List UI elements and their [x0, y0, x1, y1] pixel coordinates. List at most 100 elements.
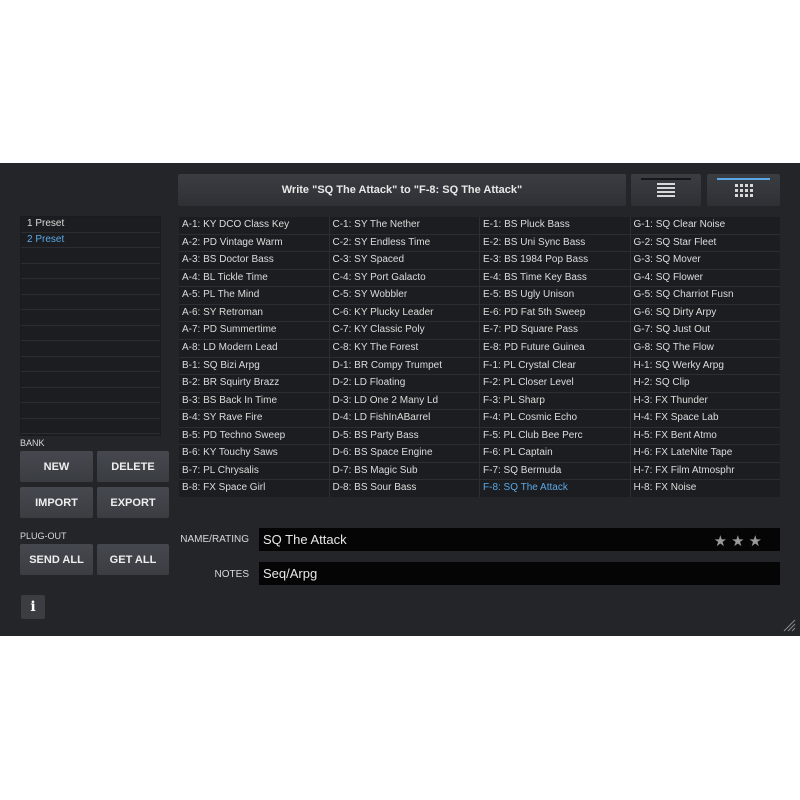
- preset-cell[interactable]: E-1: BS Pluck Bass: [480, 217, 630, 234]
- preset-cell[interactable]: A-8: LD Modern Lead: [179, 339, 329, 357]
- bank-list-item[interactable]: [21, 388, 160, 403]
- bank-list-item[interactable]: [21, 357, 160, 372]
- preset-cell[interactable]: C-2: SY Endless Time: [329, 234, 479, 252]
- bank-list-item[interactable]: [21, 264, 160, 279]
- bank-section-label: BANK: [20, 438, 45, 448]
- preset-cell[interactable]: C-3: SY Spaced: [329, 252, 479, 269]
- bank-list-item[interactable]: [21, 248, 160, 264]
- preset-cell[interactable]: D-2: LD Floating: [329, 375, 479, 392]
- bank-list-item[interactable]: [21, 310, 160, 326]
- preset-cell[interactable]: F-2: PL Closer Level: [480, 375, 630, 392]
- preset-cell[interactable]: H-6: FX LateNite Tape: [630, 445, 780, 462]
- preset-cell[interactable]: E-5: BS Ugly Unison: [480, 287, 630, 304]
- write-preset-label: Write "SQ The Attack" to "F-8: SQ The At…: [281, 184, 523, 196]
- preset-cell[interactable]: B-2: BR Squirty Brazz: [179, 375, 329, 392]
- preset-cell[interactable]: B-8: FX Space Girl: [179, 480, 329, 497]
- preset-cell[interactable]: B-6: KY Touchy Saws: [179, 445, 329, 462]
- preset-grid: A-1: KY DCO Class Key A-2: PD Vintage War…: [179, 217, 780, 497]
- preset-cell[interactable]: H-3: FX Thunder: [630, 392, 780, 410]
- preset-cell[interactable]: G-5: SQ Charriot Fusn: [630, 287, 780, 304]
- preset-cell[interactable]: D-7: BS Magic Sub: [329, 462, 479, 480]
- preset-cell[interactable]: A-5: PL The Mind: [179, 287, 329, 304]
- preset-cell[interactable]: B-4: SY Rave Fire: [179, 410, 329, 427]
- preset-cell[interactable]: B-5: PD Techno Sweep: [179, 427, 329, 445]
- preset-cell[interactable]: G-7: SQ Just Out: [630, 322, 780, 339]
- write-preset-button[interactable]: Write "SQ The Attack" to "F-8: SQ The At…: [178, 174, 626, 206]
- preset-cell[interactable]: C-6: KY Plucky Leader: [329, 304, 479, 322]
- preset-cell[interactable]: F-3: PL Sharp: [480, 392, 630, 410]
- preset-cell[interactable]: B-3: BS Back In Time: [179, 392, 329, 410]
- bank-list-item[interactable]: [21, 279, 160, 295]
- name-value: SQ The Attack: [263, 532, 347, 547]
- preset-cell[interactable]: C-7: KY Classic Poly: [329, 322, 479, 339]
- bank-list-item[interactable]: 1 Preset: [21, 217, 160, 233]
- preset-cell[interactable]: H-2: SQ Clip: [630, 375, 780, 392]
- list-view-button[interactable]: [631, 174, 701, 206]
- bank-list-item[interactable]: 2 Preset: [21, 233, 160, 248]
- preset-cell[interactable]: B-7: PL Chrysalis: [179, 462, 329, 480]
- preset-cell[interactable]: G-1: SQ Clear Noise: [630, 217, 780, 234]
- preset-cell[interactable]: F-4: PL Cosmic Echo: [480, 410, 630, 427]
- preset-cell[interactable]: C-5: SY Wobbler: [329, 287, 479, 304]
- preset-cell[interactable]: F-6: PL Captain: [480, 445, 630, 462]
- resize-grip-icon[interactable]: [782, 618, 796, 632]
- preset-cell[interactable]: G-3: SQ Mover: [630, 252, 780, 269]
- preset-cell[interactable]: D-3: LD One 2 Many Ld: [329, 392, 479, 410]
- preset-cell[interactable]: A-4: BL Tickle Time: [179, 269, 329, 287]
- preset-cell[interactable]: C-1: SY The Nether: [329, 217, 479, 234]
- preset-cell[interactable]: D-8: BS Sour Bass: [329, 480, 479, 497]
- preset-cell[interactable]: D-4: LD FishInABarrel: [329, 410, 479, 427]
- preset-cell[interactable]: G-6: SQ Dirty Arpy: [630, 304, 780, 322]
- preset-cell[interactable]: E-2: BS Uni Sync Bass: [480, 234, 630, 252]
- preset-cell[interactable]: E-4: BS Time Key Bass: [480, 269, 630, 287]
- grid-view-button[interactable]: [707, 174, 780, 206]
- preset-cell[interactable]: E-3: BS 1984 Pop Bass: [480, 252, 630, 269]
- preset-cell[interactable]: A-7: PD Summertime: [179, 322, 329, 339]
- preset-cell[interactable]: D-6: BS Space Engine: [329, 445, 479, 462]
- list-view-indicator: [641, 178, 691, 180]
- preset-cell[interactable]: A-1: KY DCO Class Key: [179, 217, 329, 234]
- preset-cell[interactable]: A-6: SY Retroman: [179, 304, 329, 322]
- preset-cell[interactable]: C-8: KY The Forest: [329, 339, 479, 357]
- bank-list-item[interactable]: [21, 341, 160, 357]
- delete-bank-button[interactable]: DELETE: [97, 451, 169, 482]
- rating-stars[interactable]: ★★★: [714, 532, 766, 550]
- preset-cell[interactable]: C-4: SY Port Galacto: [329, 269, 479, 287]
- preset-cell[interactable]: H-7: FX Film Atmosphr: [630, 462, 780, 480]
- export-bank-button[interactable]: EXPORT: [97, 487, 169, 518]
- notes-label: NOTES: [214, 569, 249, 580]
- bank-list-item[interactable]: [21, 295, 160, 310]
- bank-list-item[interactable]: [21, 403, 160, 419]
- new-bank-button[interactable]: NEW: [20, 451, 93, 482]
- bank-list-item[interactable]: [21, 419, 160, 434]
- name-field[interactable]: SQ The Attack ★★★: [259, 528, 780, 551]
- preset-cell[interactable]: G-4: SQ Flower: [630, 269, 780, 287]
- preset-cell[interactable]: H-5: FX Bent Atmo: [630, 427, 780, 445]
- import-bank-button[interactable]: IMPORT: [20, 487, 93, 518]
- preset-cell[interactable]: F-7: SQ Bermuda: [480, 462, 630, 480]
- preset-cell[interactable]: D-1: BR Compy Trumpet: [329, 357, 479, 375]
- grid-view-icon: [734, 183, 753, 197]
- preset-cell[interactable]: F-5: PL Club Bee Perc: [480, 427, 630, 445]
- send-all-button[interactable]: SEND ALL: [20, 544, 93, 575]
- preset-cell[interactable]: G-2: SQ Star Fleet: [630, 234, 780, 252]
- info-button[interactable]: i: [21, 595, 45, 619]
- get-all-button[interactable]: GET ALL: [97, 544, 169, 575]
- preset-cell[interactable]: H-4: FX Space Lab: [630, 410, 780, 427]
- preset-cell[interactable]: D-5: BS Party Bass: [329, 427, 479, 445]
- preset-cell[interactable]: F-1: PL Crystal Clear: [480, 357, 630, 375]
- preset-cell[interactable]: H-8: FX Noise: [630, 480, 780, 497]
- preset-cell[interactable]: A-2: PD Vintage Warm: [179, 234, 329, 252]
- bank-list-item[interactable]: [21, 372, 160, 388]
- bank-list-item[interactable]: [21, 326, 160, 341]
- preset-cell[interactable]: E-6: PD Fat 5th Sweep: [480, 304, 630, 322]
- preset-cell[interactable]: F-8: SQ The Attack: [480, 480, 630, 497]
- librarian-panel: Write "SQ The Attack" to "F-8: SQ The At…: [0, 163, 800, 636]
- preset-cell[interactable]: E-7: PD Square Pass: [480, 322, 630, 339]
- preset-cell[interactable]: G-8: SQ The Flow: [630, 339, 780, 357]
- preset-cell[interactable]: A-3: BS Doctor Bass: [179, 252, 329, 269]
- preset-cell[interactable]: H-1: SQ Werky Arpg: [630, 357, 780, 375]
- preset-cell[interactable]: E-8: PD Future Guinea: [480, 339, 630, 357]
- preset-cell[interactable]: B-1: SQ Bizi Arpg: [179, 357, 329, 375]
- notes-field[interactable]: Seq/Arpg: [259, 562, 780, 585]
